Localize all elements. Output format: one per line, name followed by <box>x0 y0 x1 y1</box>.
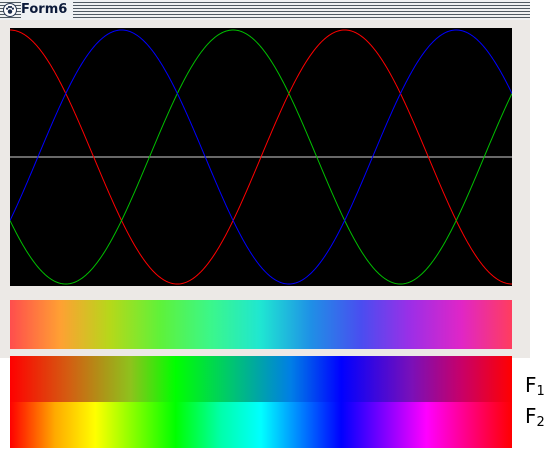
f1-label-sub: 1 <box>536 384 545 399</box>
f2-label: F2 <box>525 404 545 430</box>
f2-gradient-bar <box>10 402 512 448</box>
title-bar[interactable]: Form6 <box>0 0 530 20</box>
window-title: Form6 <box>21 1 74 19</box>
plot-canvas <box>10 29 512 285</box>
form6-window: Form6 <box>0 0 530 358</box>
f1-gradient-bar <box>10 356 512 402</box>
hue-gradient-bar <box>10 300 512 349</box>
f2-label-sub: 2 <box>536 415 545 430</box>
paw-icon[interactable] <box>3 3 17 17</box>
f1-label: F1 <box>525 373 545 399</box>
f2-label-main: F <box>525 404 537 428</box>
f1-label-main: F <box>525 373 537 397</box>
sine-plot <box>10 28 512 286</box>
